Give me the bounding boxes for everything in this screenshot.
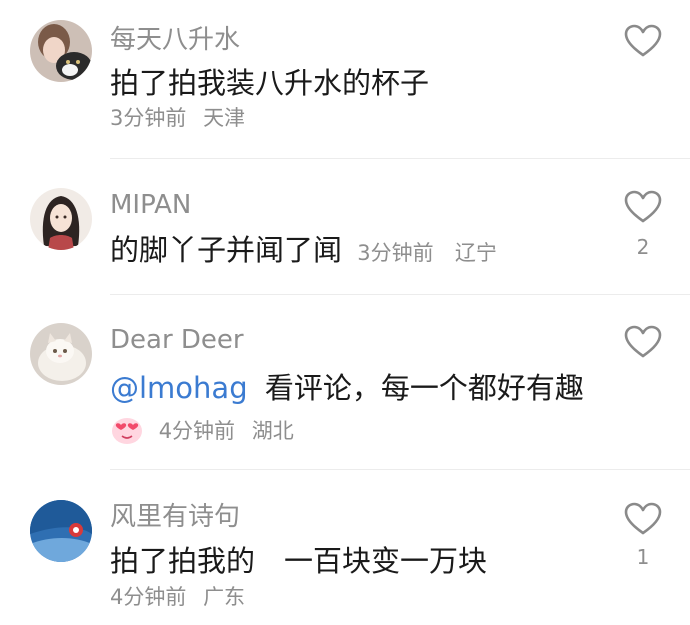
comment-text: 拍了拍我的 一百块变一万块 (110, 547, 487, 576)
comment-meta: 4分钟前 广东 (110, 587, 245, 608)
comment-item: 风里有诗句 拍了拍我的 一百块变一万块 4分钟前 广东 1 (0, 0, 690, 625)
comment-body: 拍了拍我的 一百块变一万块 (110, 544, 488, 578)
avatar[interactable] (30, 500, 92, 562)
username[interactable]: 风里有诗句 (110, 504, 240, 530)
comment-location: 广东 (203, 585, 246, 609)
comment-time: 4分钟前 (110, 585, 187, 609)
like-count: 1 (636, 545, 650, 569)
like-heart-icon[interactable] (624, 502, 662, 536)
